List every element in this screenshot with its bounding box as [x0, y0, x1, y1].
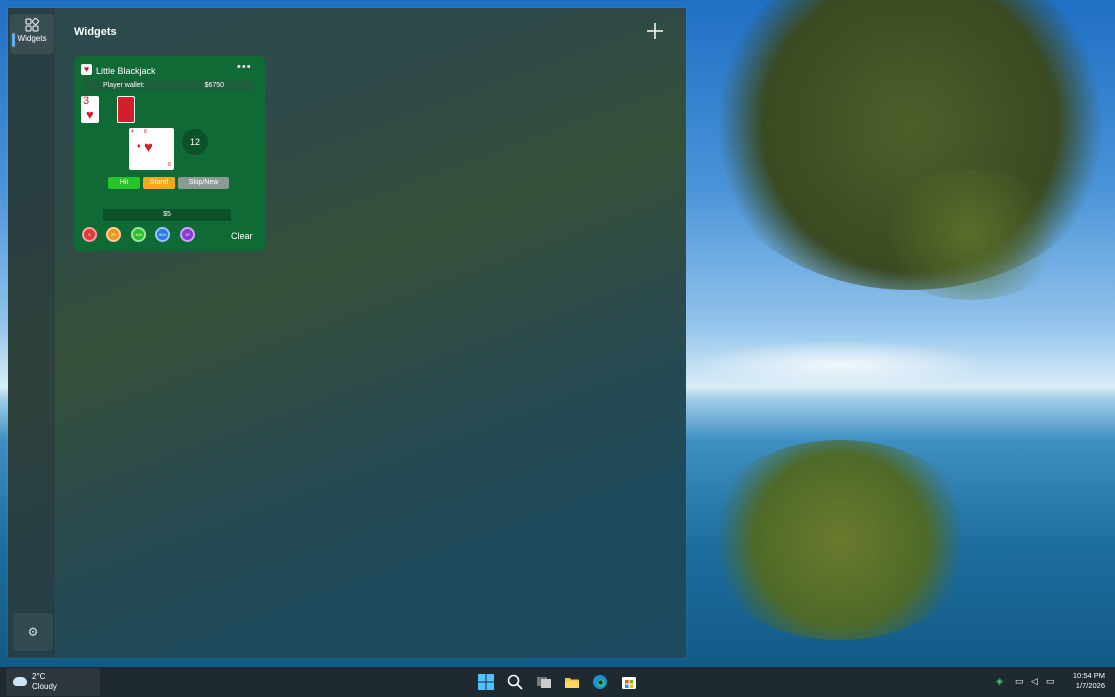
card-rank: 4 — [131, 129, 134, 135]
wallet-label: Player wallet: — [103, 82, 145, 89]
heart-icon: ♥ — [144, 139, 153, 156]
hand-score: 12 — [182, 129, 208, 155]
widget-title: Little Blackjack — [96, 66, 156, 76]
heart-icon: ♦ — [137, 143, 141, 150]
page-title: Widgets — [74, 26, 117, 38]
wallpaper-foliage — [700, 440, 980, 640]
nav-widgets[interactable]: Widgets — [10, 14, 54, 54]
nav-active-indicator — [12, 33, 15, 47]
wallpaper-clouds — [690, 340, 990, 390]
file-explorer-icon[interactable] — [564, 674, 580, 690]
taskbar: 2°C Cloudy ◈ ▭ ◁ ▭ 10:54 PM 1/7/2026 — [0, 667, 1115, 697]
player-card: 4 8 ♦ ♥ 8 — [129, 128, 174, 170]
chip-100[interactable]: 100 — [131, 227, 146, 242]
wallpaper-foliage — [870, 170, 1070, 300]
clear-bet-button[interactable]: Clear — [231, 231, 253, 241]
ellipsis-icon: ••• — [237, 61, 252, 73]
chip-1k[interactable]: 1K — [180, 227, 195, 242]
weather-temp: 2°C — [32, 672, 46, 681]
settings-button[interactable]: ⚙ — [13, 613, 53, 651]
network-icon[interactable]: ▭ — [1015, 676, 1024, 687]
gear-icon: ⚙ — [27, 625, 39, 639]
clock-date: 1/7/2026 — [1075, 681, 1105, 690]
store-icon[interactable] — [621, 674, 637, 690]
skip-new-button[interactable]: Skip/New — [178, 177, 229, 189]
widgets-nav-rail: Widgets — [8, 8, 55, 658]
weather-widget-button[interactable]: 2°C Cloudy — [6, 668, 100, 696]
cloud-icon — [13, 677, 27, 686]
nav-widgets-label: Widgets — [17, 34, 47, 43]
battery-icon[interactable]: ▭ — [1046, 676, 1055, 687]
chip-25[interactable]: 25 — [106, 227, 121, 242]
chip-5[interactable]: 5 — [82, 227, 97, 242]
more-options-button[interactable]: ••• — [237, 61, 252, 73]
heart-icon: ♥ — [86, 107, 94, 122]
edge-icon[interactable] — [592, 674, 608, 690]
start-icon[interactable] — [478, 674, 494, 690]
weather-condition: Cloudy — [32, 682, 57, 691]
card-corner: 8 — [168, 162, 171, 168]
search-icon[interactable] — [507, 674, 523, 690]
volume-icon[interactable]: ◁ — [1031, 676, 1038, 687]
dealer-card-back — [117, 96, 135, 123]
add-widget-button[interactable] — [646, 22, 664, 40]
chip-500[interactable]: 500 — [155, 227, 170, 242]
task-view-icon[interactable] — [536, 674, 552, 690]
clock-time: 10:54 PM — [1072, 671, 1105, 680]
wallet-value: $6750 — [204, 82, 224, 89]
player-wallet: Player wallet: $6750 — [85, 80, 254, 91]
blackjack-widget: ♥ Little Blackjack ••• Player wallet: $6… — [74, 56, 265, 251]
card-rank: 3 — [83, 95, 90, 107]
defender-icon[interactable]: ◈ — [996, 676, 1003, 687]
blackjack-app-icon: ♥ — [81, 64, 92, 75]
card-corner: 8 — [144, 129, 147, 135]
current-bet: $5 — [103, 209, 231, 221]
widgets-icon — [25, 18, 39, 32]
hit-button[interactable]: Hit — [108, 177, 140, 189]
system-clock[interactable]: 10:54 PM 1/7/2026 — [1067, 671, 1105, 691]
stand-button[interactable]: Stand — [143, 177, 175, 189]
dealer-card: 3 ♥ — [81, 95, 99, 123]
